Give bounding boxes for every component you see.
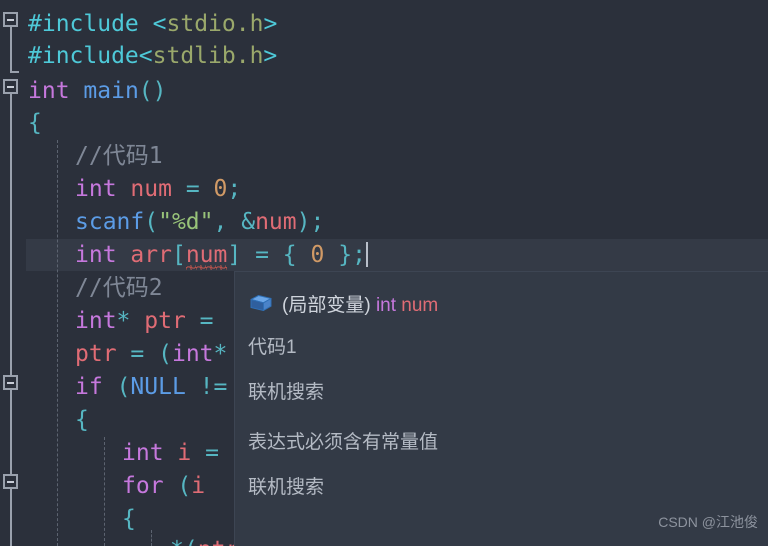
code-line-4[interactable]: { — [28, 107, 42, 139]
tooltip-row-search-1[interactable]: 联机搜索 — [248, 377, 324, 404]
code-line-6[interactable]: int num = 0; — [75, 173, 241, 205]
code-line-3[interactable]: int main() — [28, 75, 167, 107]
code-line-16[interactable]: { — [122, 503, 136, 535]
code-editor-screen: #include <stdio.h> #include<stdlib.h> in… — [0, 0, 768, 546]
tooltip-signature: (局部变量) int num — [282, 294, 439, 316]
local-variable-cube-icon — [250, 295, 272, 311]
error-squiggle-token[interactable]: num — [185, 239, 227, 271]
code-line-15[interactable]: for (i — [122, 470, 205, 502]
watermark: CSDN @江池俊 — [658, 514, 758, 530]
code-line-11[interactable]: ptr = (int* — [75, 338, 227, 370]
tooltip-row-search-2[interactable]: 联机搜索 — [248, 472, 324, 499]
code-line-2[interactable]: #include<stdlib.h> — [28, 40, 277, 72]
code-line-9-comment[interactable]: //代码2 — [75, 272, 163, 304]
tooltip-row-error: 表达式必须含有常量值 — [248, 432, 439, 453]
code-line-12[interactable]: if (NULL != — [75, 371, 227, 403]
tooltip-row-comment: 代码1 — [248, 337, 297, 358]
code-line-13[interactable]: { — [75, 404, 89, 436]
code-line-8[interactable]: int arr[num] = { 0 }; — [75, 239, 368, 271]
code-line-14[interactable]: int i = — [122, 437, 219, 469]
code-line-5-comment[interactable]: //代码1 — [75, 140, 163, 172]
tooltip-header: (局部变量) int num — [248, 288, 438, 318]
code-line-10[interactable]: int* ptr = — [75, 305, 214, 337]
intellisense-tooltip: (局部变量) int num 代码1 联机搜索 表达式必须含有常量值 联机搜索 — [235, 272, 768, 546]
code-line-7[interactable]: scanf("%d", &num); — [75, 206, 324, 238]
code-line-1[interactable]: #include <stdio.h> — [28, 8, 277, 40]
text-caret — [365, 242, 368, 267]
